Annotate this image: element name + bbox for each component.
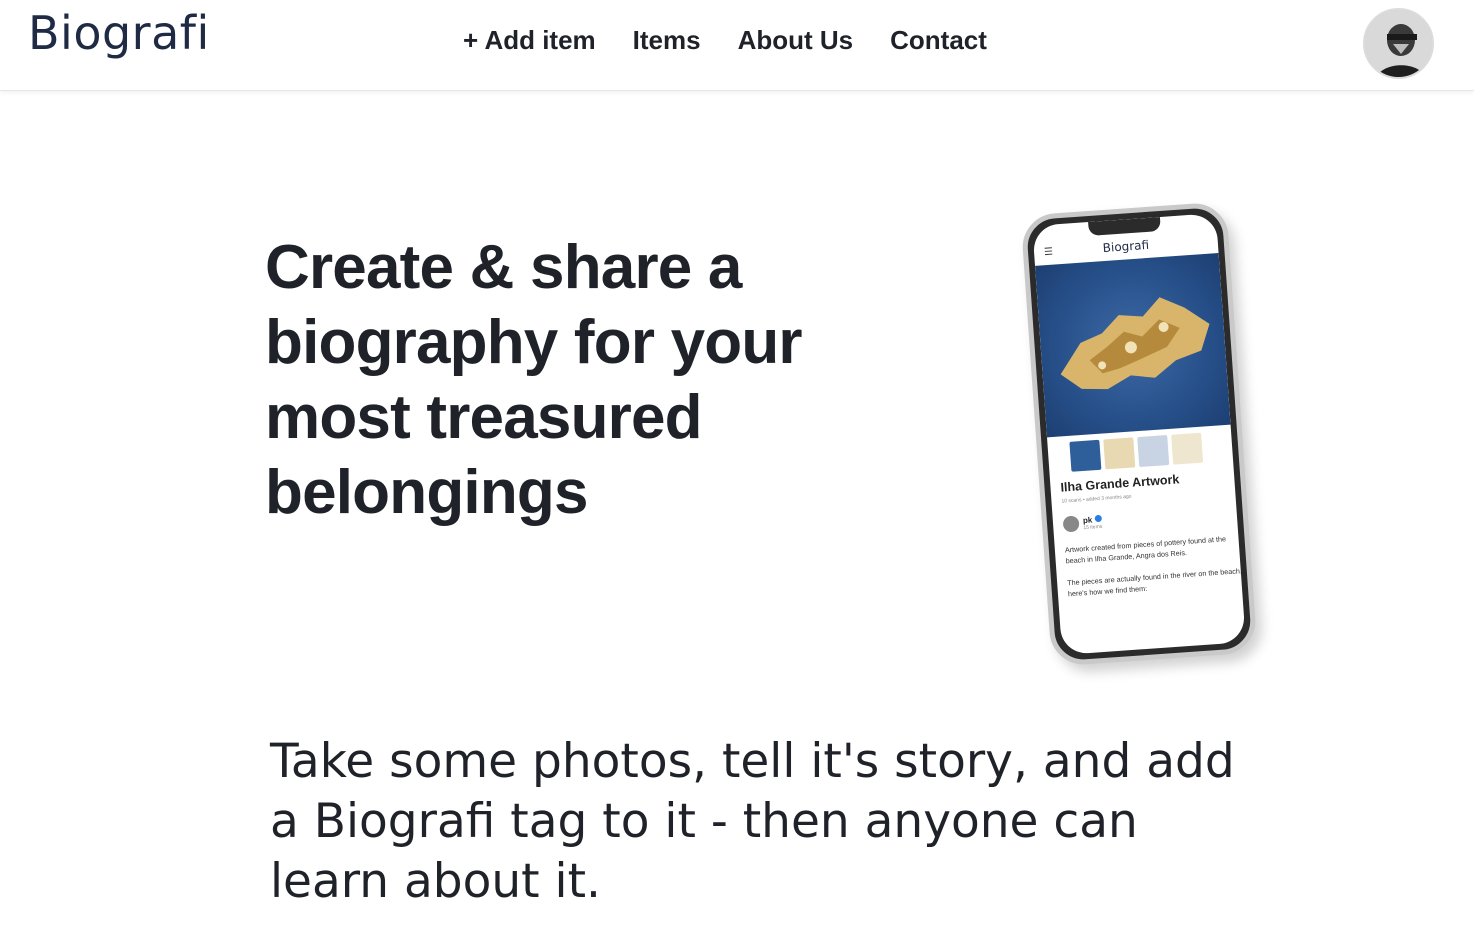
thumbnail[interactable] [1103,437,1136,470]
phone-screen: ☰ Biografi Ilha Grande Artwork 10 scans … [1032,213,1246,655]
owner-name: pk [1082,514,1093,525]
artwork-image [1060,297,1210,390]
photo-thumbnails [1069,432,1204,472]
hero-subline: Take some photos, tell it's story, and a… [270,734,1235,909]
phone-frame: ☰ Biografi Ilha Grande Artwork 10 scans … [1020,201,1258,667]
site-header: Biografi + Add item Items About Us Conta… [0,0,1474,91]
main-nav: + Add item Items About Us Contact [463,22,1024,58]
nav-items[interactable]: Items [633,25,701,56]
description-paragraph: Artwork created from pieces of pottery f… [1064,534,1227,566]
thumbnail[interactable] [1137,435,1170,468]
user-avatar-icon [1365,10,1432,77]
brand-logo[interactable]: Biografi [28,6,210,60]
owner-avatar [1062,515,1080,533]
thumbnail[interactable] [1171,432,1204,465]
item-main-photo [1035,253,1231,438]
nav-contact[interactable]: Contact [890,25,987,56]
verified-check-icon [1094,514,1102,522]
hero-headline: Create & share a biography for your most… [265,233,803,527]
description-paragraph: The pieces are actually found in the riv… [1066,566,1243,599]
item-owner[interactable]: pk 15 items [1062,514,1103,533]
item-description: Artwork created from pieces of pottery f… [1065,532,1246,610]
nav-about-us[interactable]: About Us [738,25,854,56]
owner-item-count: 15 items [1083,523,1103,531]
phone-mockup: ☰ Biografi Ilha Grande Artwork 10 scans … [1010,190,1270,690]
thumbnail[interactable] [1069,439,1102,472]
user-avatar[interactable] [1363,8,1434,79]
item-title: Ilha Grande Artwork [1060,472,1180,495]
item-meta: 10 scans • added 3 months ago [1061,493,1132,505]
phone-notch [1088,217,1161,237]
nav-add-item[interactable]: + Add item [463,25,596,56]
